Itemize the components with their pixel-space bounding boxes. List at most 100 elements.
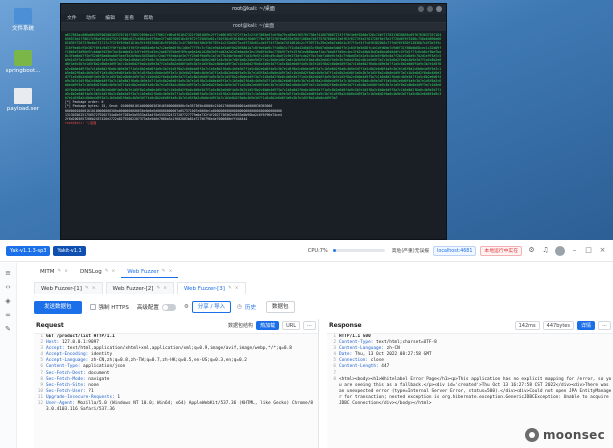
bell-icon[interactable]: ♫ bbox=[541, 246, 550, 255]
more-icon[interactable]: ⋯ bbox=[303, 320, 316, 330]
host-badge[interactable]: localhost:4681 bbox=[433, 245, 477, 256]
desktop-icon-label: 文件系统 bbox=[11, 26, 34, 32]
shield-icon[interactable]: ◈ bbox=[4, 297, 12, 305]
watermark-text: moonsec bbox=[542, 428, 605, 442]
subtab-fuzzer-1[interactable]: Web Fuzzer-[1] ✎ × bbox=[34, 282, 103, 294]
close-icon[interactable]: × bbox=[64, 266, 68, 278]
line-number: 12 bbox=[37, 401, 43, 407]
close-icon[interactable]: × bbox=[163, 283, 167, 295]
subtab-fuzzer-3[interactable]: Web Fuzzer-[3] ✎ × bbox=[177, 282, 246, 294]
terminal-output[interactable]: a617661ac006a00450700200103370716f736572… bbox=[61, 31, 446, 236]
terminal-titlebar[interactable]: root@kali: ~/桌面 bbox=[61, 4, 446, 14]
response-size: 447bytes bbox=[542, 320, 574, 330]
file-icon bbox=[14, 88, 32, 104]
maximize-icon[interactable]: □ bbox=[584, 246, 593, 255]
menu-file[interactable]: 文件 bbox=[67, 16, 77, 21]
line-text: <html><body><h1>Whitelabel Error Page</h… bbox=[339, 376, 612, 407]
edit-icon[interactable]: ✎ bbox=[57, 266, 61, 278]
link-icon[interactable]: ∞ bbox=[4, 311, 12, 319]
close-icon[interactable]: × bbox=[169, 266, 173, 278]
app-topbar: Yak-v1.1.3-sp3 Yakit-v1.1 CPU:7% 高危(严重)无… bbox=[0, 240, 613, 262]
cpu-bar bbox=[332, 249, 385, 252]
detail-button[interactable]: 详情 bbox=[576, 320, 595, 330]
settings-icon[interactable]: ⚙ bbox=[184, 304, 189, 310]
hot-reload-button[interactable]: 热加载 bbox=[256, 320, 280, 330]
menu-view[interactable]: 查看 bbox=[124, 16, 134, 21]
yakit-app: Yak-v1.1.3-sp3 Yakit-v1.1 CPU:7% 高危(严重)无… bbox=[0, 240, 613, 448]
tab-label: Web Fuzzer-[1] bbox=[41, 285, 82, 292]
tab-web-fuzzer[interactable]: Web Fuzzer ✎ × bbox=[121, 266, 179, 278]
desktop-icon-payload[interactable]: payload.ser bbox=[3, 88, 43, 113]
code-icon[interactable]: ‹› bbox=[4, 283, 12, 291]
terminal-tab[interactable]: root@kali: ~/桌面 bbox=[61, 23, 446, 31]
tool-icon[interactable]: ✎ bbox=[4, 325, 12, 333]
terminal-title: root@kali: ~/桌面 bbox=[232, 6, 275, 12]
watermark: moonsec bbox=[524, 428, 605, 442]
menu-icon[interactable]: ≡ bbox=[4, 269, 12, 277]
tab-dnslog[interactable]: DNSLog ✎ × bbox=[74, 266, 121, 278]
minimize-icon[interactable] bbox=[418, 6, 424, 12]
close-icon[interactable]: × bbox=[92, 283, 96, 295]
tab-label: Web Fuzzer-[3] bbox=[184, 285, 225, 292]
tab-label: DNSLog bbox=[80, 269, 102, 275]
engine-badge[interactable]: 本地运行中实在 bbox=[480, 245, 522, 256]
menu-action[interactable]: 动作 bbox=[86, 16, 96, 21]
hex-output: a617661ac006a00450700200103370716f736572… bbox=[65, 33, 442, 101]
request-header: Request 数据包结构 热加载 URL ⋯ bbox=[34, 319, 318, 331]
desktop-icon-springboot[interactable]: springboot... bbox=[3, 50, 43, 75]
share-import-button[interactable]: 分享 / 导入 bbox=[191, 301, 232, 313]
terminal-prompt: root@kali: ~/桌面 bbox=[65, 121, 97, 126]
packet-structure-link[interactable]: 数据包结构 bbox=[228, 322, 253, 329]
tab-label: Web Fuzzer-[2] bbox=[112, 285, 154, 292]
line-text: User-Agent: Mozilla/5.0 (Windows NT 10.0… bbox=[46, 401, 313, 413]
advanced-toggle[interactable] bbox=[161, 303, 176, 311]
edit-icon[interactable]: ✎ bbox=[156, 283, 160, 295]
yakit-version-chip[interactable]: Yakit-v1.1 bbox=[53, 245, 86, 256]
request-title: Request bbox=[36, 321, 64, 329]
cpu-bar-fill bbox=[332, 249, 337, 252]
edit-icon[interactable]: ✎ bbox=[105, 266, 109, 278]
avatar[interactable] bbox=[555, 245, 565, 256]
folder-icon bbox=[14, 8, 32, 24]
url-button[interactable]: URL bbox=[282, 320, 300, 330]
response-header: Response 142ms 447bytes 详情 ⋯ bbox=[327, 319, 613, 331]
subtab-fuzzer-2[interactable]: Web Fuzzer-[2] ✎ × bbox=[105, 282, 174, 295]
yak-version-chip[interactable]: Yak-v1.1.3-sp3 bbox=[6, 245, 51, 256]
history-link[interactable]: 历史 bbox=[245, 303, 256, 311]
tab-mitm[interactable]: MITM ✎ × bbox=[34, 266, 74, 278]
desktop-icon-label: payload.ser bbox=[6, 106, 40, 112]
cpu-label: CPU:7% bbox=[307, 247, 328, 254]
response-title: Response bbox=[329, 321, 362, 329]
menu-edit[interactable]: 编辑 bbox=[105, 16, 115, 21]
moonsec-logo-icon bbox=[524, 428, 539, 442]
response-meta: 142ms 447bytes 详情 ⋯ bbox=[512, 320, 611, 330]
desktop: 文件系统 springboot... payload.ser root@kali… bbox=[0, 0, 613, 240]
tab-label: Web Fuzzer bbox=[127, 268, 159, 275]
close-icon[interactable]: × bbox=[598, 246, 607, 255]
line-number: 8 bbox=[333, 376, 336, 382]
close-icon[interactable]: × bbox=[112, 266, 116, 278]
close-icon[interactable] bbox=[436, 6, 442, 12]
terminal-window[interactable]: root@kali: ~/桌面 文件 动作 编辑 查看 帮助 root@kali… bbox=[60, 3, 447, 240]
desktop-icon-filesystem[interactable]: 文件系统 bbox=[3, 8, 43, 33]
send-button[interactable]: 发送数据包 bbox=[34, 300, 82, 314]
minimize-icon[interactable]: – bbox=[570, 246, 579, 255]
gear-icon[interactable]: ⚙ bbox=[527, 246, 536, 255]
menu-help[interactable]: 帮助 bbox=[144, 16, 154, 21]
mode-label[interactable]: 高危(严重)无误报 bbox=[392, 247, 429, 254]
desktop-icon-label: springboot... bbox=[5, 68, 41, 74]
maximize-icon[interactable] bbox=[427, 6, 433, 12]
request-editor[interactable]: 1 GET /product/list HTTP/1.1 2 Host: 127.0.… bbox=[34, 333, 318, 448]
code-line: 12 User-Agent: Mozilla/5.0 (Windows NT 10… bbox=[34, 401, 318, 413]
history-icon[interactable]: ◷ bbox=[237, 304, 242, 310]
https-checkbox[interactable] bbox=[89, 304, 96, 310]
edit-icon[interactable]: ✎ bbox=[85, 283, 89, 295]
request-panel: Request 数据包结构 热加载 URL ⋯ 1 GET /product/li… bbox=[34, 319, 319, 448]
edit-icon[interactable]: ✎ bbox=[228, 283, 232, 295]
close-icon[interactable]: × bbox=[235, 283, 239, 295]
flow-button[interactable]: 数据包 bbox=[265, 301, 295, 313]
terminal-menubar: 文件 动作 编辑 查看 帮助 bbox=[61, 14, 446, 23]
edit-icon[interactable]: ✎ bbox=[162, 266, 166, 278]
more-icon[interactable]: ⋯ bbox=[598, 320, 611, 330]
response-time: 142ms bbox=[514, 320, 540, 330]
